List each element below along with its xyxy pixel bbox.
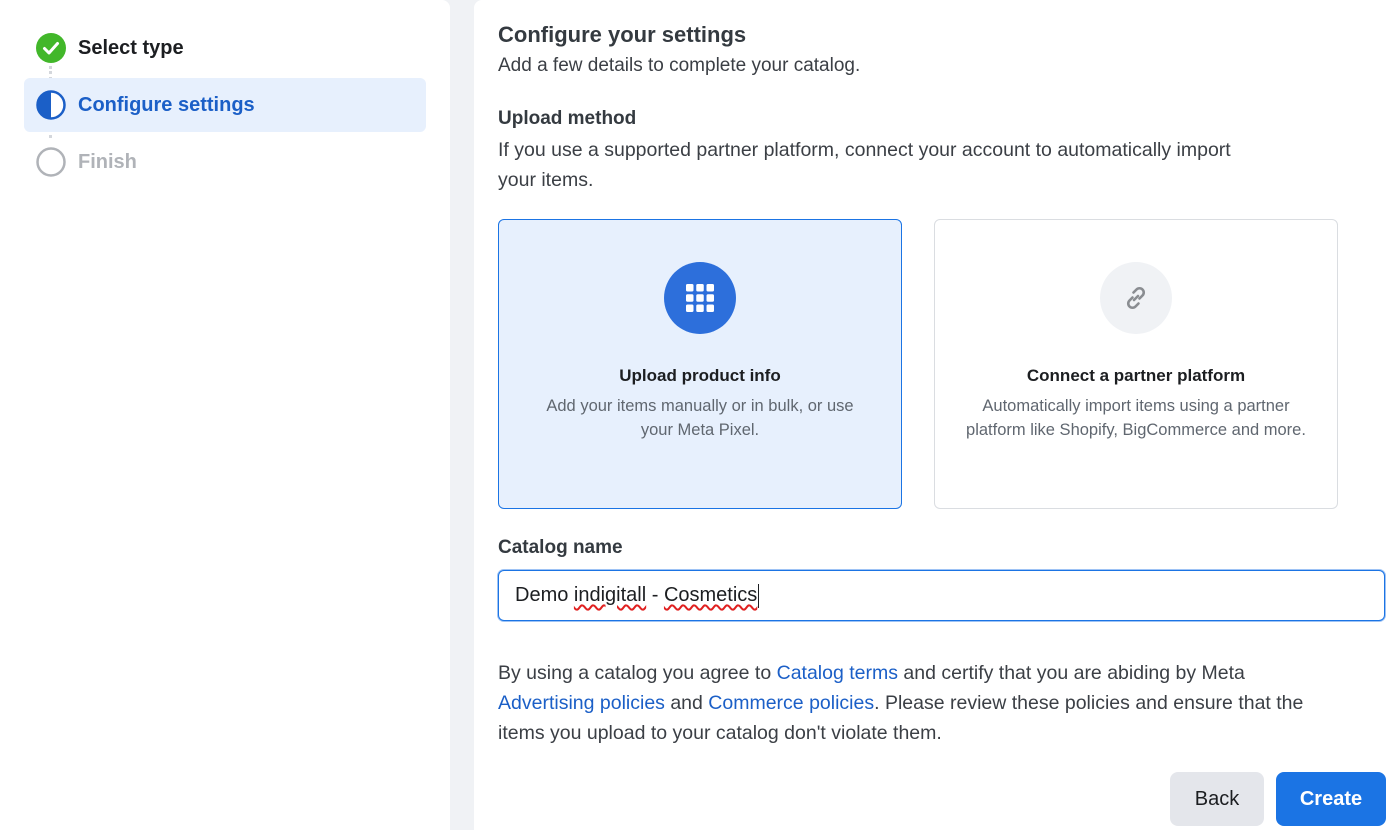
terms-text: By using a catalog you agree to: [498, 662, 777, 684]
terms-line: Advertising policies and Commerce polici…: [498, 688, 1388, 718]
description-line: your items.: [498, 169, 594, 191]
settings-panel: Configure your settings Add a few detail…: [474, 0, 1400, 830]
connect-partner-platform-card[interactable]: Connect a partner platform Automatically…: [934, 219, 1338, 509]
stepper-panel: Select type Configure settings Finish: [0, 0, 450, 830]
check-circle-icon: [36, 33, 66, 63]
step-label: Select type: [78, 36, 184, 59]
upload-method-label: Upload method: [498, 108, 637, 129]
card-title: Connect a partner platform: [1026, 366, 1246, 385]
catalog-name-value: Demo indigitall - Cosmetics: [515, 584, 757, 607]
terms-text: and certify that you are abiding by Meta: [898, 662, 1245, 684]
advertising-policies-link[interactable]: Advertising policies: [498, 692, 665, 714]
misspelled-word: indigitall: [573, 584, 647, 606]
text-caret: [758, 583, 760, 608]
upload-method-description: If you use a supported partner platform,…: [498, 135, 1231, 195]
value-text: -: [646, 584, 664, 606]
catalog-name-label: Catalog name: [498, 537, 623, 558]
upload-product-info-card[interactable]: Upload product info Add your items manua…: [498, 219, 902, 509]
value-text: Demo: [515, 584, 574, 606]
step-select-type[interactable]: Select type: [24, 21, 426, 75]
catalog-terms-link[interactable]: Catalog terms: [777, 662, 898, 684]
terms-text: and: [664, 692, 709, 714]
page-subtitle: Add a few details to complete your catal…: [498, 55, 861, 76]
terms-text: . Please review these policies and ensur…: [874, 692, 1304, 714]
card-description: Add your items manually or in bulk, or u…: [546, 397, 854, 439]
create-button[interactable]: Create: [1276, 772, 1386, 826]
step-configure-settings[interactable]: Configure settings: [24, 78, 426, 132]
terms-line: items you upload to your catalog don't v…: [498, 722, 942, 744]
step-label: Finish: [78, 150, 137, 173]
link-icon: [1100, 262, 1172, 334]
half-circle-icon: [36, 90, 66, 120]
misspelled-word: Cosmetics: [663, 584, 758, 606]
empty-circle-icon: [36, 147, 66, 177]
terms-line: By using a catalog you agree to Catalog …: [498, 658, 1388, 688]
step-finish[interactable]: Finish: [24, 135, 426, 189]
commerce-policies-link[interactable]: Commerce policies: [708, 692, 874, 714]
description-line: If you use a supported partner platform,…: [498, 139, 1231, 161]
terms-notice: By using a catalog you agree to Catalog …: [498, 658, 1388, 748]
card-title: Upload product info: [619, 366, 781, 385]
card-description: Automatically import items using a partn…: [966, 397, 1306, 439]
grid-icon: [664, 262, 736, 334]
step-label: Configure settings: [78, 93, 255, 116]
page-title: Configure your settings: [498, 22, 747, 47]
back-button[interactable]: Back: [1170, 772, 1264, 826]
catalog-name-input[interactable]: Demo indigitall - Cosmetics: [498, 570, 1385, 621]
